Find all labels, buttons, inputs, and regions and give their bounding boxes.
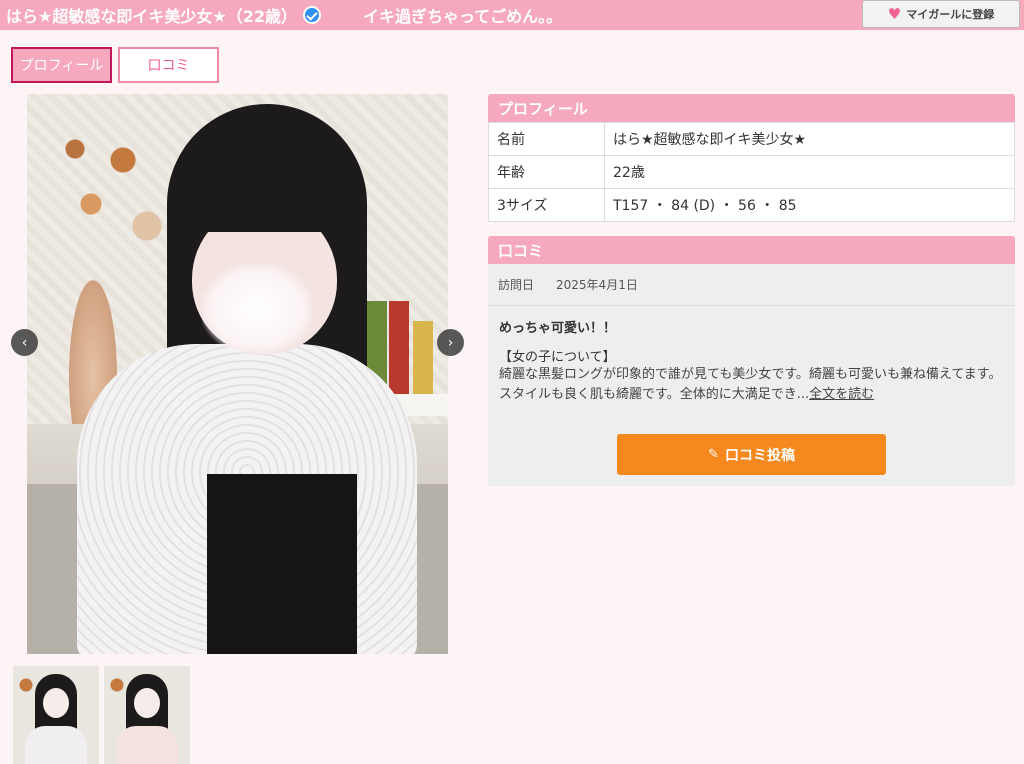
tab-profile[interactable]: プロフィール [11,47,112,83]
main-photo[interactable] [27,94,448,654]
profile-table: 名前 はら★超敏感な即イキ美少女★ 年齢 22歳 3サイズ T157 ・ 84 … [488,122,1015,222]
read-more-link[interactable]: 全文を読む [809,387,874,402]
pen-icon: ✎ [708,447,719,462]
profile-value: T157 ・ 84 (D) ・ 56 ・ 85 [604,188,1015,222]
add-favorite-button[interactable]: ♥ マイガールに登録 [862,0,1020,28]
catchphrase: イキ過ぎちゃってごめん。。 [362,7,563,26]
post-review-label: 口コミ投稿 [724,447,795,464]
profile-section-header: プロフィール [488,94,1015,122]
photo-face-blur [202,264,312,354]
thumbnail-face [43,688,69,718]
table-row: 年齢 22歳 [488,155,1015,189]
thumbnail-face [134,688,160,718]
review-card: 訪問日 2025年4月1日 めっちゃ可愛い！！ 【女の子について】 綺麗な黒髪ロ… [488,264,1015,486]
visit-label: 訪問日 [498,278,535,292]
profile-value: 22歳 [604,155,1015,189]
chevron-right-icon[interactable]: › [437,329,464,356]
thumbnail-body [116,726,178,764]
heart-icon: ♥ [887,5,902,23]
tab-reviews[interactable]: 口コミ [118,47,219,83]
chevron-left-icon[interactable]: ‹ [11,329,38,356]
review-section-header: 口コミ [488,236,1015,264]
photo-dress [207,474,357,654]
verified-check-icon [302,6,321,24]
post-review-button[interactable]: ✎ 口コミ投稿 [617,434,886,475]
photo-thumbnail-2[interactable] [104,666,190,764]
profile-value: はら★超敏感な即イキ美少女★ [604,122,1015,156]
profile-key: 年齢 [488,155,605,189]
review-body-text: 綺麗な黒髪ロングが印象的で誰が見ても美少女です。綺麗も可愛いも兼ね備えてます。ス… [499,367,1002,402]
thumbnail-flower [17,670,35,700]
thumbnail-flower [108,670,126,700]
visit-date-row: 訪問日 2025年4月1日 [488,264,1015,306]
girl-name-title: はら★超敏感な即イキ美少女★（22歳） [6,7,297,26]
table-row: 名前 はら★超敏感な即イキ美少女★ [488,122,1015,156]
table-row: 3サイズ T157 ・ 84 (D) ・ 56 ・ 85 [488,188,1015,222]
photo-books [367,206,437,396]
thumbnail-body [25,726,87,764]
top-bar: はら★超敏感な即イキ美少女★（22歳） イキ過ぎちゃってごめん。。 ♥ マイガー… [0,0,1024,30]
tab-bar: プロフィール 口コミ [11,47,219,83]
review-title: めっちゃ可愛い！！ [499,321,617,336]
review-body: 綺麗な黒髪ロングが印象的で誰が見ても美少女です。綺麗も可愛いも兼ね備えてます。ス… [499,365,1005,405]
visit-date: 2025年4月1日 [556,278,638,292]
add-favorite-label: マイガールに登録 [906,8,995,21]
photo-thumbnail-1[interactable] [13,666,99,764]
girl-title: はら★超敏感な即イキ美少女★（22歳） [6,3,321,27]
profile-key: 名前 [488,122,605,156]
profile-key: 3サイズ [488,188,605,222]
review-subheading: 【女の子について】 [499,350,616,365]
